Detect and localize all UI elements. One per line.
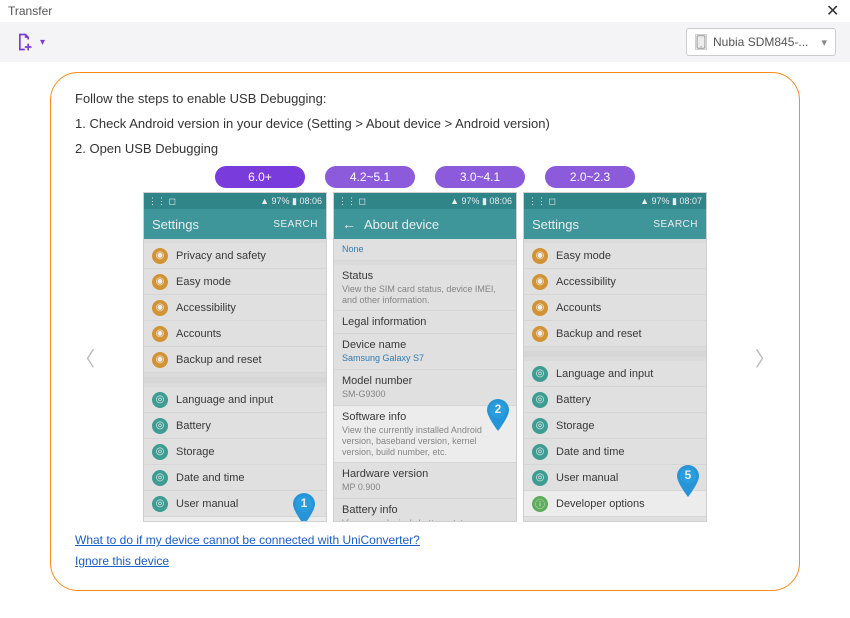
chevron-down-icon: ▾ [821,36,827,49]
intro-step-2: 2. Open USB Debugging [75,141,775,156]
settings-row: ◉ Easy mode [524,243,706,269]
about-info-row: None [334,239,516,261]
settings-row-icon: ◎ [532,366,548,382]
phone-statusbar: ⋮⋮ ◻ ▲ 97% ▮ 08:06 [334,193,516,209]
instructions-panel: Follow the steps to enable USB Debugging… [50,72,800,591]
about-info-row: Legal information [334,311,516,334]
add-files-button[interactable] [14,32,34,52]
phone-screenshot-3: ⋮⋮ ◻ ▲ 97% ▮ 08:07 Settings SEARCH ◉ Eas… [523,192,707,522]
settings-row: ◎ Storage [524,413,706,439]
ignore-device-link[interactable]: Ignore this device [75,554,169,568]
settings-row: ◉ Accounts [144,321,326,347]
pill-version[interactable]: 3.0~4.1 [435,166,525,188]
pill-version[interactable]: 4.2~5.1 [325,166,415,188]
phone-header: Settings SEARCH [144,209,326,239]
settings-row-icon: ◎ [152,418,168,434]
toolbar: ▾ Nubia SDM845-... ▾ [0,22,850,62]
about-info-row: Battery info View your device's battery … [334,499,516,522]
version-pills: 6.0+ 4.2~5.1 3.0~4.1 2.0~2.3 [75,166,775,188]
settings-row: ◉ Accessibility [524,269,706,295]
settings-row-icon: ◉ [532,300,548,316]
settings-row-icon: ◉ [152,352,168,368]
settings-row-icon: ◎ [532,470,548,486]
about-info-row: Device name Samsung Galaxy S7 [334,334,516,370]
settings-row: ◎ Language and input [144,387,326,413]
help-link[interactable]: What to do if my device cannot be connec… [75,533,420,547]
phone-statusbar: ⋮⋮ ◻ ▲ 97% ▮ 08:07 [524,193,706,209]
settings-row-icon: ◉ [152,300,168,316]
settings-row-icon: ◉ [152,248,168,264]
settings-row: ◉ Backup and reset [524,321,706,347]
settings-row-icon: ◎ [532,418,548,434]
file-add-icon [14,32,34,52]
phone-screenshot-2: ⋮⋮ ◻ ▲ 97% ▮ 08:06 ← About device None S… [333,192,517,522]
device-name-label: Nubia SDM845-... [713,35,815,49]
settings-row: ◎ Battery [524,387,706,413]
carousel-prev-icon[interactable]: 〈 [75,337,95,377]
step-badge: 2 [486,399,510,431]
settings-row: ◉ Backup and reset [144,347,326,373]
settings-row: ◉ Accessibility [144,295,326,321]
intro-heading: Follow the steps to enable USB Debugging… [75,91,775,106]
settings-row: ◎ Battery [144,413,326,439]
settings-row-icon: ◎ [532,392,548,408]
settings-row-icon: ◉ [532,274,548,290]
phone-statusbar: ⋮⋮ ◻ ▲ 97% ▮ 08:06 [144,193,326,209]
settings-row: ◎ Date and time [144,465,326,491]
pill-version[interactable]: 6.0+ [215,166,305,188]
step-badge: 5 [676,465,700,497]
back-arrow-icon: ← [342,216,356,232]
pill-version[interactable]: 2.0~2.3 [545,166,635,188]
settings-row-icon: ◉ [152,326,168,342]
settings-row-icon: ◎ [152,470,168,486]
settings-row: ⓘ About device [524,517,706,522]
settings-row-icon: ◎ [532,444,548,460]
settings-row-icon: ◉ [152,274,168,290]
about-info-row: Hardware version MP 0.900 [334,463,516,499]
settings-row-icon: ◉ [532,326,548,342]
settings-row-icon: ◎ [152,496,168,512]
device-selector[interactable]: Nubia SDM845-... ▾ [686,28,836,56]
settings-row-icon: ◉ [532,248,548,264]
settings-row-icon: ⓘ [532,496,548,512]
about-info-row: Status View the SIM card status, device … [334,265,516,312]
settings-row-icon: ⓘ [532,522,548,523]
settings-row: ◎ Language and input [524,361,706,387]
phone-screenshot-1: ⋮⋮ ◻ ▲ 97% ▮ 08:06 Settings SEARCH ◉ Pri… [143,192,327,522]
settings-row: ◎ Date and time [524,439,706,465]
phone-header: Settings SEARCH [524,209,706,239]
settings-row-icon: ⓘ [152,522,168,523]
step-badge: 1 [292,493,316,522]
settings-row: ◉ Easy mode [144,269,326,295]
carousel-next-icon[interactable]: 〉 [755,337,775,377]
close-icon[interactable]: ✕ [826,1,842,21]
phone-icon [695,34,707,50]
settings-row: ◉ Privacy and safety [144,243,326,269]
window-title: Transfer [8,4,826,18]
intro-step-1: 1. Check Android version in your device … [75,116,775,131]
settings-row: ◉ Accounts [524,295,706,321]
settings-row-icon: ◎ [152,444,168,460]
phone-header: ← About device [334,209,516,239]
settings-row: ◎ Storage [144,439,326,465]
add-dropdown-caret-icon[interactable]: ▾ [40,37,45,48]
settings-row-icon: ◎ [152,392,168,408]
